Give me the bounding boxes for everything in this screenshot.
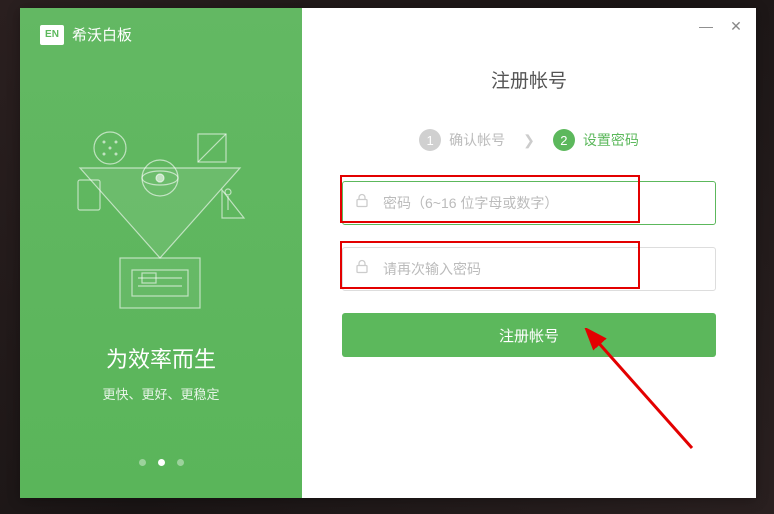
step-2: 2 设置密码 [553, 129, 639, 151]
tagline-title: 为效率而生 [20, 342, 302, 374]
logo-icon: EN [40, 25, 64, 45]
chevron-right-icon: ❯ [523, 132, 535, 149]
app-name: 希沃白板 [72, 24, 132, 45]
step-1: 1 确认帐号 [419, 129, 505, 151]
password-input[interactable] [342, 181, 716, 225]
left-panel: EN 希沃白板 [20, 8, 302, 498]
step-1-number: 1 [419, 129, 441, 151]
close-button[interactable]: ✕ [728, 18, 744, 35]
register-button[interactable]: 注册帐号 [342, 313, 716, 357]
tagline-subtitle: 更快、更好、更稳定 [20, 384, 302, 403]
password-field-wrap [342, 181, 716, 225]
carousel-dot-1[interactable] [139, 459, 146, 466]
step-1-label: 确认帐号 [449, 130, 505, 150]
form-title: 注册帐号 [342, 66, 716, 93]
step-2-label: 设置密码 [583, 130, 639, 150]
lock-icon [354, 259, 370, 280]
confirm-password-input[interactable] [342, 247, 716, 291]
carousel-dot-2[interactable] [158, 459, 165, 466]
right-panel: — ✕ 注册帐号 1 确认帐号 ❯ 2 设置密码 [302, 8, 756, 498]
tagline: 为效率而生 更快、更好、更稳定 [20, 342, 302, 403]
confirm-password-field-wrap [342, 247, 716, 291]
window-controls: — ✕ [698, 18, 744, 35]
lock-icon [354, 193, 370, 214]
logo-area: EN 希沃白板 [40, 24, 132, 45]
step-indicator: 1 确认帐号 ❯ 2 设置密码 [342, 129, 716, 151]
register-form: 注册帐号 1 确认帐号 ❯ 2 设置密码 [302, 8, 756, 357]
register-window: EN 希沃白板 [20, 8, 756, 498]
step-2-number: 2 [553, 129, 575, 151]
illustration [60, 118, 260, 318]
carousel-dot-3[interactable] [177, 459, 184, 466]
carousel-dots [20, 459, 302, 466]
minimize-button[interactable]: — [698, 18, 714, 35]
